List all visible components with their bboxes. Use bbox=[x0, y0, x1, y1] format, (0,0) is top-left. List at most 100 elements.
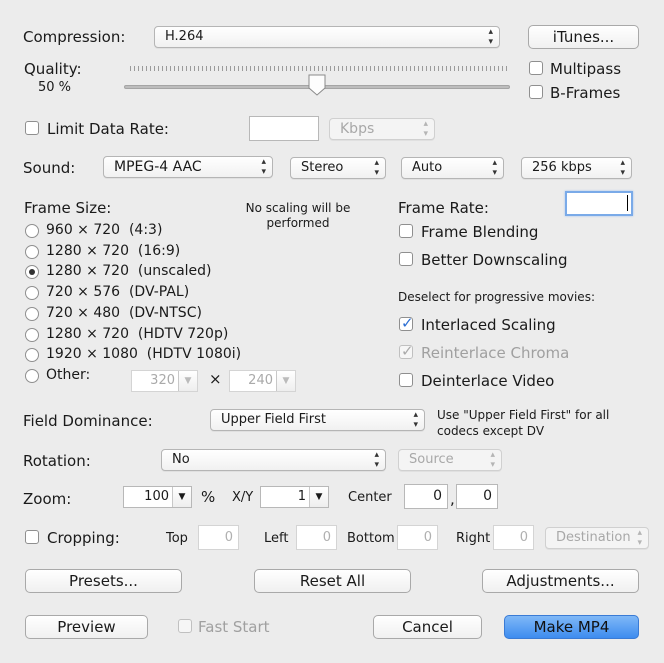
crop-top-input[interactable]: 0 bbox=[198, 525, 239, 550]
sound-codec-value: MPEG-4 AAC bbox=[114, 159, 202, 175]
chevron-down-icon: ▼ bbox=[172, 487, 191, 507]
fast-start-checkbox[interactable] bbox=[178, 619, 192, 633]
data-rate-unit-popup[interactable]: Kbps ▴ ▾ bbox=[329, 118, 435, 140]
frame-size-option-label: 1280 × 720 (16:9) bbox=[46, 243, 181, 259]
popup-arrows-icon: ▴ ▾ bbox=[492, 158, 497, 178]
rotation-value: No bbox=[172, 452, 190, 467]
frame-size-option-label: 720 × 576 (DV-PAL) bbox=[46, 284, 190, 300]
popup-arrows-icon: ▴ ▾ bbox=[374, 158, 379, 178]
crop-bottom-label: Bottom bbox=[347, 531, 395, 546]
sound-bitrate-popup[interactable]: 256 kbps ▴ ▾ bbox=[521, 157, 632, 179]
popup-arrows-icon: ▴ ▾ bbox=[490, 450, 495, 470]
multipass-label: Multipass bbox=[550, 60, 622, 78]
zoom-combo[interactable]: 100 ▼ bbox=[123, 486, 192, 508]
quality-label: Quality: bbox=[24, 60, 82, 78]
crop-bottom-input[interactable]: 0 bbox=[397, 525, 438, 550]
interlaced-scaling-label: Interlaced Scaling bbox=[421, 316, 556, 334]
sound-label: Sound: bbox=[23, 159, 76, 177]
chevron-down-icon: ▼ bbox=[276, 371, 295, 391]
popup-arrows-icon: ▴ ▾ bbox=[413, 410, 418, 430]
reinterlace-chroma-checkbox[interactable]: ✓ bbox=[399, 342, 414, 360]
crop-right-label: Right bbox=[456, 531, 491, 546]
popup-arrows-icon: ▴ ▾ bbox=[423, 119, 428, 139]
frame-size-radio[interactable] bbox=[25, 369, 39, 383]
deinterlace-video-checkbox[interactable] bbox=[399, 373, 413, 387]
frame-rate-input[interactable] bbox=[565, 191, 633, 216]
frame-size-radio[interactable] bbox=[25, 224, 39, 238]
crop-left-input[interactable]: 0 bbox=[296, 525, 337, 550]
better-downscaling-checkbox[interactable] bbox=[399, 252, 413, 266]
frame-size-radio[interactable] bbox=[25, 328, 39, 342]
compression-label: Compression: bbox=[23, 28, 126, 46]
limit-data-rate-checkbox[interactable] bbox=[25, 121, 39, 135]
zoom-value: 100 bbox=[144, 489, 169, 504]
frame-size-radio[interactable] bbox=[25, 286, 39, 300]
deinterlace-video-label: Deinterlace Video bbox=[421, 372, 555, 390]
sound-channels-value: Stereo bbox=[301, 160, 344, 175]
cancel-button[interactable]: Cancel bbox=[373, 615, 482, 639]
frame-size-option-label: 960 × 720 (4:3) bbox=[46, 222, 163, 238]
checkmark-icon: ✓ bbox=[401, 314, 414, 332]
popup-arrows-icon: ▴ ▾ bbox=[261, 157, 266, 177]
crop-destination-popup[interactable]: Destination ▴ ▾ bbox=[545, 527, 649, 549]
other-width-combo[interactable]: 320 ▼ bbox=[131, 370, 198, 392]
rotation-popup[interactable]: No ▴ ▾ bbox=[161, 449, 386, 471]
data-rate-unit-value: Kbps bbox=[340, 121, 375, 137]
rotation-source-value: Source bbox=[409, 452, 454, 467]
zoom-label: Zoom: bbox=[23, 490, 72, 508]
sound-codec-popup[interactable]: MPEG-4 AAC ▴ ▾ bbox=[103, 156, 273, 178]
itunes-button[interactable]: iTunes... bbox=[528, 25, 639, 49]
better-downscaling-label: Better Downscaling bbox=[421, 251, 568, 269]
center-comma: , bbox=[450, 490, 455, 508]
bframes-checkbox[interactable] bbox=[529, 85, 543, 99]
sound-channels-popup[interactable]: Stereo ▴ ▾ bbox=[290, 157, 386, 179]
adjustments-button[interactable]: Adjustments... bbox=[482, 569, 639, 593]
quality-ticks bbox=[130, 66, 510, 71]
frame-size-label: Frame Size: bbox=[24, 199, 112, 217]
frame-size-radio[interactable] bbox=[25, 265, 39, 279]
limit-data-rate-input[interactable] bbox=[249, 116, 319, 141]
xy-label: X/Y bbox=[232, 490, 254, 505]
xy-combo[interactable]: 1 ▼ bbox=[260, 486, 329, 508]
frame-size-radio[interactable] bbox=[25, 348, 39, 362]
field-dominance-popup[interactable]: Upper Field First ▴ ▾ bbox=[210, 409, 425, 431]
frame-blending-checkbox[interactable] bbox=[399, 224, 413, 238]
quality-slider-thumb[interactable] bbox=[308, 74, 326, 96]
presets-button[interactable]: Presets... bbox=[25, 569, 182, 593]
cropping-checkbox[interactable] bbox=[25, 530, 39, 544]
make-mp4-button[interactable]: Make MP4 bbox=[504, 615, 639, 639]
frame-size-option-label: Other: bbox=[46, 367, 91, 383]
popup-arrows-icon: ▴ ▾ bbox=[374, 450, 379, 470]
sound-rate-value: Auto bbox=[412, 160, 443, 175]
deselect-note: Deselect for progressive movies: bbox=[398, 290, 595, 304]
center-y-input[interactable]: 0 bbox=[456, 484, 498, 509]
crop-top-label: Top bbox=[166, 531, 188, 546]
other-height-combo[interactable]: 240 ▼ bbox=[229, 370, 296, 392]
interlaced-scaling-checkbox[interactable]: ✓ bbox=[399, 314, 414, 332]
xy-value: 1 bbox=[297, 489, 306, 504]
sound-rate-popup[interactable]: Auto ▴ ▾ bbox=[401, 157, 504, 179]
frame-size-option-label: 1920 × 1080 (HDTV 1080i) bbox=[46, 346, 242, 362]
preview-button[interactable]: Preview bbox=[25, 615, 148, 639]
field-dominance-note: Use "Upper Field First" for all codecs e… bbox=[437, 408, 610, 438]
crop-right-input[interactable]: 0 bbox=[493, 525, 534, 550]
checkmark-icon: ✓ bbox=[401, 342, 414, 360]
frame-size-note: No scaling will be performed bbox=[245, 201, 351, 230]
compression-popup[interactable]: H.264 ▴ ▾ bbox=[154, 26, 500, 48]
rotation-source-popup[interactable]: Source ▴ ▾ bbox=[398, 449, 502, 471]
text-cursor bbox=[627, 195, 628, 211]
popup-arrows-icon: ▴ ▾ bbox=[488, 27, 493, 47]
multipass-checkbox[interactable] bbox=[529, 61, 543, 75]
frame-size-option-label: 1280 × 720 (unscaled) bbox=[46, 263, 212, 279]
limit-data-rate-label: Limit Data Rate: bbox=[47, 120, 169, 138]
frame-size-radio[interactable] bbox=[25, 307, 39, 321]
reinterlace-chroma-label: Reinterlace Chroma bbox=[421, 344, 570, 362]
chevron-down-icon: ▼ bbox=[178, 371, 197, 391]
reset-all-button[interactable]: Reset All bbox=[254, 569, 411, 593]
center-x-input[interactable]: 0 bbox=[404, 484, 448, 509]
frame-size-radio[interactable] bbox=[25, 245, 39, 259]
other-times-sign: × bbox=[209, 370, 222, 388]
cropping-label: Cropping: bbox=[47, 529, 120, 547]
crop-left-label: Left bbox=[264, 531, 289, 546]
frame-rate-label: Frame Rate: bbox=[398, 199, 489, 217]
